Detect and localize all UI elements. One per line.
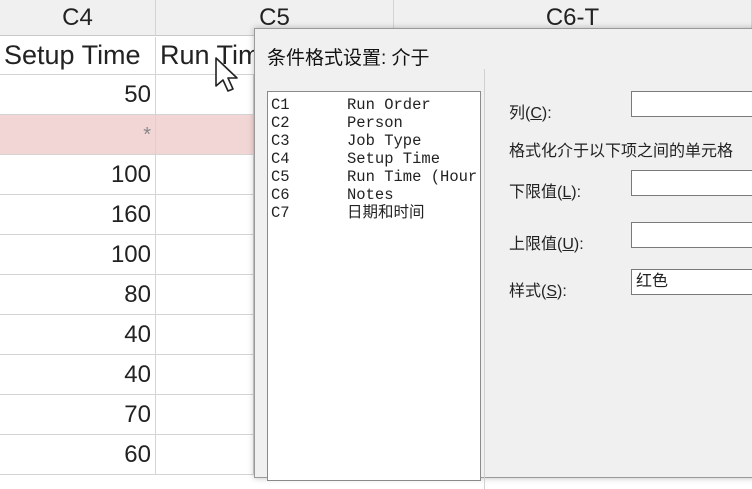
variable-name: 日期和时间 — [347, 204, 425, 222]
data-cell[interactable]: 100 — [0, 155, 156, 195]
empty-cell[interactable] — [156, 195, 254, 235]
variable-list[interactable]: C1 Run Order C2 Person C3 Job Type C4 Setup … — [267, 91, 481, 481]
empty-cell[interactable] — [156, 155, 254, 195]
lower-bound-label: 下限值(L): — [509, 184, 582, 201]
variable-item[interactable]: C1 Run Order — [271, 96, 431, 114]
variable-id: C1 — [271, 96, 290, 114]
column-label: 列(C): — [509, 105, 552, 122]
data-cell[interactable]: 40 — [0, 355, 156, 395]
empty-cell[interactable] — [156, 315, 254, 355]
variable-item[interactable]: C5 Run Time (Hour — [271, 168, 477, 186]
dialog-title: 条件格式设置: 介于 — [267, 48, 430, 69]
lower-bound-input[interactable] — [631, 170, 752, 196]
variable-name: Person — [347, 114, 403, 132]
column-header-c4[interactable]: C4 — [0, 0, 156, 36]
data-cell[interactable]: 160 — [0, 195, 156, 235]
range-description: 格式化介于以下项之间的单元格 — [509, 143, 734, 160]
empty-cell[interactable] — [156, 235, 254, 275]
column-name-setup-time[interactable]: Setup Time — [0, 37, 156, 75]
data-cell[interactable]: 50 — [0, 75, 156, 115]
style-select[interactable]: 红色 — [631, 269, 752, 295]
data-cell[interactable]: 60 — [0, 435, 156, 475]
empty-cell[interactable] — [156, 355, 254, 395]
upper-bound-label: 上限值(U): — [509, 236, 584, 253]
upper-bound-input[interactable] — [631, 222, 752, 248]
empty-cell[interactable] — [156, 115, 254, 155]
variable-name: Job Type — [347, 132, 422, 150]
variable-id: C5 — [271, 168, 290, 186]
variable-id: C6 — [271, 186, 290, 204]
column-input[interactable] — [631, 91, 752, 117]
style-label: 样式(S): — [509, 283, 567, 300]
variable-name: Notes — [347, 186, 394, 204]
variable-item[interactable]: C2 Person — [271, 114, 403, 132]
variable-id: C3 — [271, 132, 290, 150]
variable-id: C4 — [271, 150, 290, 168]
variable-item[interactable]: C4 Setup Time — [271, 150, 440, 168]
variable-name: Run Time (Hour — [347, 168, 478, 186]
mouse-pointer-icon — [215, 57, 238, 92]
empty-cell[interactable] — [156, 435, 254, 475]
data-cell[interactable]: 80 — [0, 275, 156, 315]
empty-cell[interactable] — [156, 395, 254, 435]
variable-item[interactable]: C7 日期和时间 — [271, 204, 425, 222]
data-cell[interactable]: 40 — [0, 315, 156, 355]
variable-name: Run Order — [347, 96, 431, 114]
setup-time-column: 50 * 100 160 100 80 40 40 70 60 — [0, 75, 156, 475]
empty-cell[interactable] — [156, 275, 254, 315]
variable-item[interactable]: C6 Notes — [271, 186, 394, 204]
variable-item[interactable]: C3 Job Type — [271, 132, 421, 150]
run-time-column — [156, 75, 254, 475]
panel-divider — [484, 69, 485, 489]
conditional-format-dialog: 条件格式设置: 介于 C1 Run Order C2 Person C3 Job Ty… — [254, 28, 752, 489]
variable-id: C2 — [271, 114, 290, 132]
data-cell[interactable]: 100 — [0, 235, 156, 275]
data-cell[interactable]: 70 — [0, 395, 156, 435]
variable-id: C7 — [271, 204, 290, 222]
variable-name: Setup Time — [347, 150, 441, 168]
missing-value-cell[interactable]: * — [0, 115, 156, 155]
